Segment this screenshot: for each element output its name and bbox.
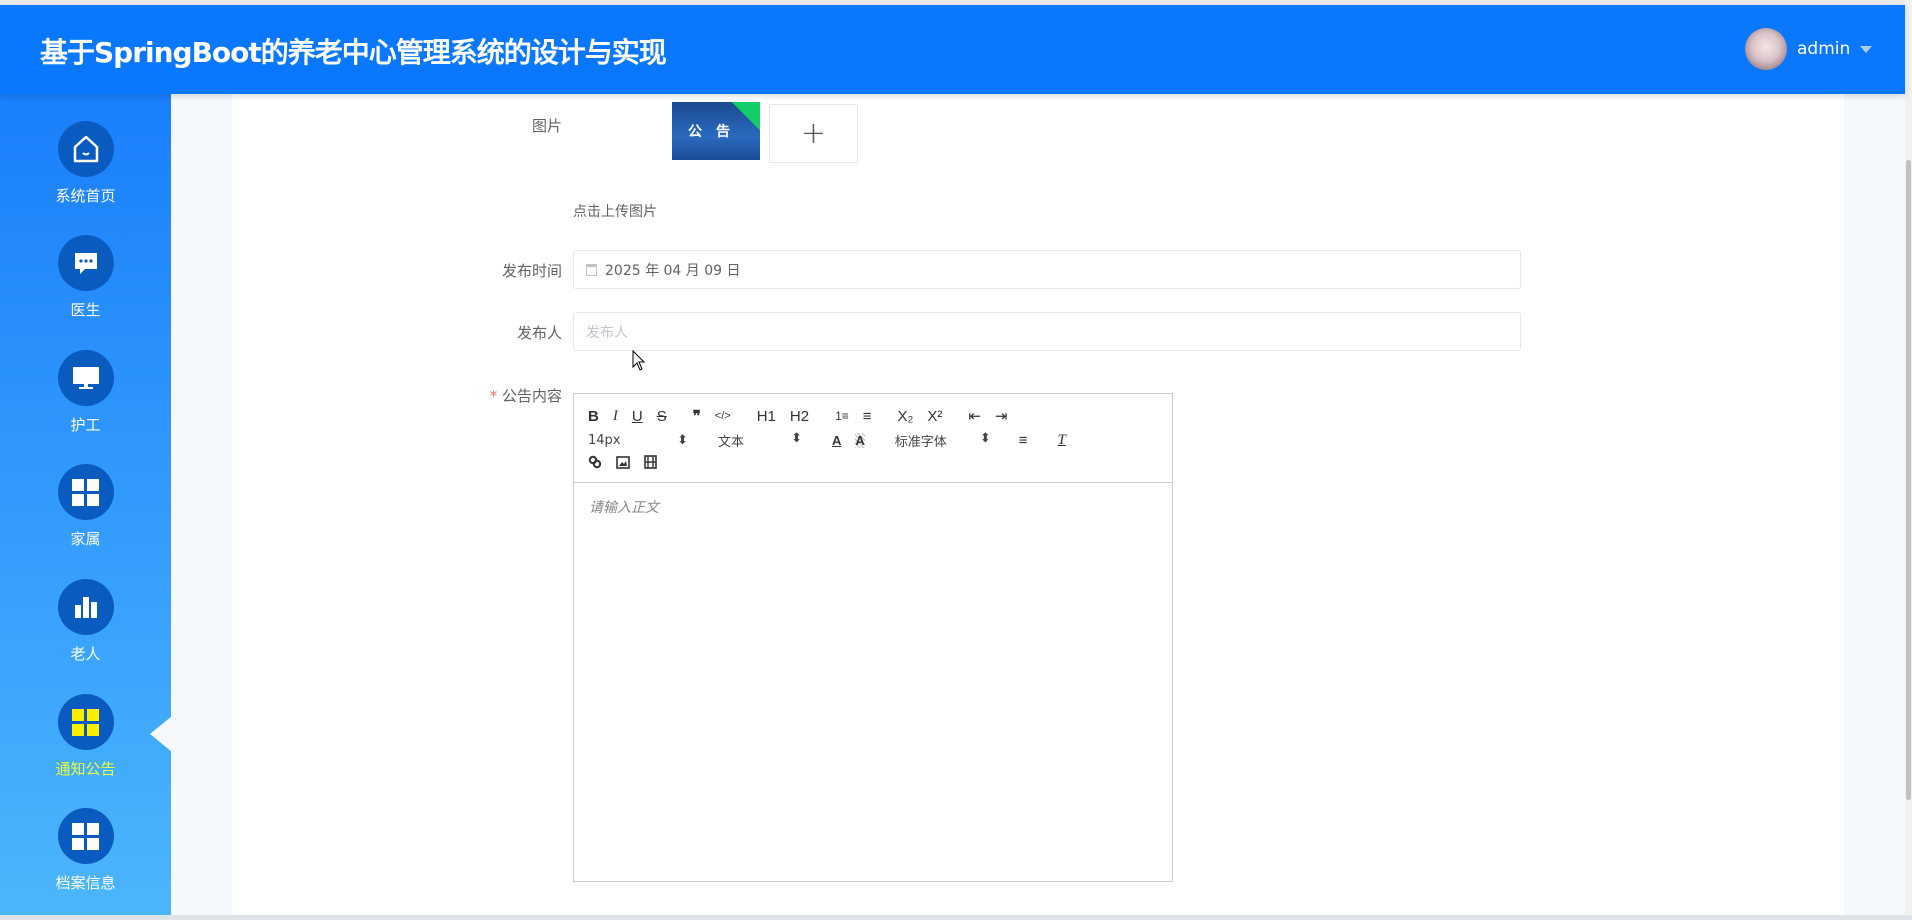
superscript-button[interactable]: X² bbox=[927, 408, 942, 425]
publisher-input[interactable]: 发布人 bbox=[573, 312, 1521, 351]
uploaded-image[interactable]: 公告 bbox=[672, 102, 760, 160]
sidebar-item-label: 护工 bbox=[70, 416, 101, 434]
upload-hint: 点击上传图片 bbox=[573, 204, 657, 220]
sidebar: 系统首页 医生 护工 家属 老人 通知公告 档案信息 bbox=[0, 94, 171, 915]
app-title: 基于SpringBoot的养老中心管理系统的设计与实现 bbox=[40, 36, 667, 69]
underline-button[interactable]: U bbox=[632, 408, 643, 425]
sidebar-item-label: 通知公告 bbox=[55, 760, 116, 778]
sidebar-item-notice[interactable]: 通知公告 bbox=[0, 694, 171, 779]
calendar-icon bbox=[586, 263, 597, 276]
blockquote-button[interactable]: ❞ bbox=[693, 407, 701, 425]
subscript-button[interactable]: X₂ bbox=[898, 408, 914, 425]
sidebar-item-label: 医生 bbox=[70, 301, 101, 319]
sidebar-item-nurse[interactable]: 护工 bbox=[0, 350, 171, 435]
select-arrows-icon: ⬍ bbox=[979, 430, 991, 446]
plus-icon: + bbox=[800, 116, 827, 151]
message-icon bbox=[57, 235, 114, 291]
font-color-icon[interactable]: A bbox=[832, 433, 841, 448]
page-scrollbar[interactable] bbox=[1905, 0, 1912, 915]
clear-format-icon[interactable]: T bbox=[1058, 432, 1066, 449]
upload-button[interactable]: + bbox=[769, 104, 858, 163]
italic-button[interactable]: I bbox=[613, 408, 618, 425]
ordered-list-button[interactable]: 1≡ bbox=[835, 409, 849, 423]
background-color-icon[interactable]: A bbox=[855, 432, 865, 448]
active-indicator bbox=[150, 716, 172, 752]
editor-body[interactable]: 请输入正文 bbox=[574, 483, 1172, 531]
link-icon[interactable] bbox=[588, 455, 602, 473]
editor-toolbar: B I U S ❞ </> H1 H2 1≡ ≡ X₂ X² ⇤ ⇥ 14px ⬍… bbox=[574, 394, 1172, 483]
size-select[interactable]: 14px ⬍ bbox=[588, 433, 688, 448]
window-bottom-edge bbox=[0, 915, 1912, 920]
header-value: 文本 bbox=[718, 434, 745, 450]
avatar[interactable] bbox=[1745, 28, 1787, 70]
font-select[interactable]: 标准字体 ⬍ bbox=[895, 431, 991, 450]
strike-button[interactable]: S bbox=[657, 408, 667, 425]
rich-text-editor[interactable]: B I U S ❞ </> H1 H2 1≡ ≡ X₂ X² ⇤ ⇥ 14px ⬍… bbox=[573, 393, 1173, 882]
date-input[interactable]: 2025 年 04 月 09 日 bbox=[573, 250, 1521, 289]
user-menu[interactable]: admin bbox=[1745, 28, 1873, 70]
sidebar-item-doctor[interactable]: 医生 bbox=[0, 235, 171, 320]
sidebar-item-elder[interactable]: 老人 bbox=[0, 579, 171, 664]
username[interactable]: admin bbox=[1797, 39, 1850, 59]
sidebar-item-archive[interactable]: 档案信息 bbox=[0, 808, 171, 893]
select-arrows-icon: ⬍ bbox=[791, 430, 802, 446]
sidebar-item-home[interactable]: 系统首页 bbox=[0, 121, 171, 206]
home-icon bbox=[57, 121, 114, 177]
scrollbar-thumb[interactable] bbox=[1906, 160, 1911, 800]
publisher-label: 发布人 bbox=[516, 324, 562, 342]
grid-icon bbox=[57, 694, 114, 750]
image-text: 公告 bbox=[688, 124, 744, 140]
image-icon[interactable] bbox=[616, 455, 630, 473]
caret-down-icon[interactable] bbox=[1860, 45, 1873, 53]
size-value: 14px bbox=[588, 432, 621, 448]
mouse-cursor-icon bbox=[632, 350, 646, 371]
app-header: 基于SpringBoot的养老中心管理系统的设计与实现 admin bbox=[0, 5, 1905, 94]
font-value: 标准字体 bbox=[894, 434, 947, 450]
content-label-text: 公告内容 bbox=[501, 387, 562, 405]
sidebar-item-label: 老人 bbox=[70, 645, 101, 663]
sidebar-item-label: 家属 bbox=[70, 530, 101, 548]
code-block-button[interactable]: </> bbox=[715, 410, 731, 422]
bullet-list-button[interactable]: ≡ bbox=[863, 408, 872, 425]
publisher-placeholder: 发布人 bbox=[586, 324, 628, 341]
grid-icon bbox=[57, 464, 114, 520]
header1-button[interactable]: H1 bbox=[757, 408, 776, 425]
align-icon[interactable]: ≡ bbox=[1019, 432, 1028, 449]
header-select[interactable]: 文本 ⬍ bbox=[718, 431, 802, 450]
monitor-icon bbox=[57, 350, 114, 406]
sidebar-item-label: 系统首页 bbox=[55, 187, 116, 205]
required-mark: * bbox=[489, 387, 498, 405]
image-label: 图片 bbox=[531, 117, 562, 135]
grid-icon bbox=[57, 808, 114, 864]
header2-button[interactable]: H2 bbox=[790, 408, 809, 425]
sidebar-item-family[interactable]: 家属 bbox=[0, 464, 171, 549]
video-icon[interactable] bbox=[644, 455, 657, 473]
date-label: 发布时间 bbox=[501, 262, 562, 280]
select-arrows-icon: ⬍ bbox=[677, 432, 688, 448]
bar-chart-icon bbox=[57, 579, 114, 635]
sidebar-item-label: 档案信息 bbox=[55, 874, 116, 892]
bold-button[interactable]: B bbox=[588, 408, 599, 425]
content-label: * 公告内容 bbox=[362, 385, 562, 406]
date-value: 2025 年 04 月 09 日 bbox=[605, 262, 741, 279]
outdent-button[interactable]: ⇤ bbox=[968, 407, 981, 425]
indent-button[interactable]: ⇥ bbox=[995, 407, 1008, 425]
